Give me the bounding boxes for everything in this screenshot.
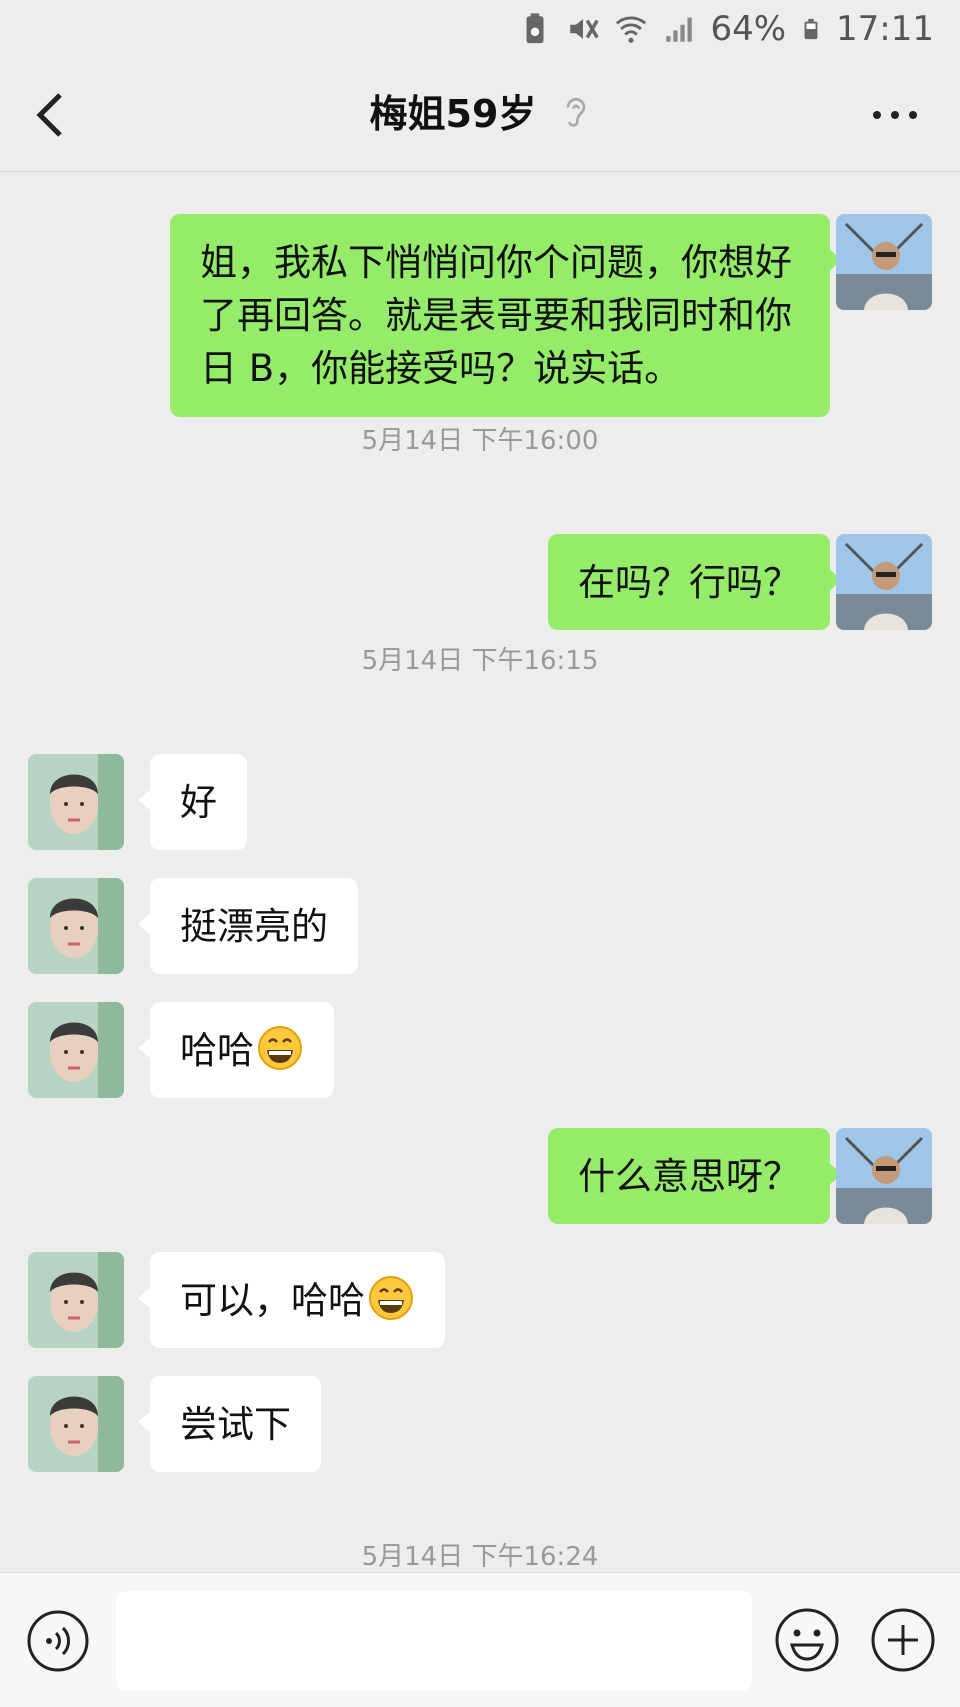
peer-avatar-image bbox=[28, 754, 124, 850]
message-row: 尝试下 bbox=[0, 1376, 960, 1472]
grin-emoji-icon bbox=[369, 1276, 413, 1320]
avatar[interactable] bbox=[28, 1002, 124, 1098]
peer-avatar-image bbox=[28, 1252, 124, 1348]
peer-avatar-image bbox=[28, 878, 124, 974]
page-title: 梅姐59岁 bbox=[369, 92, 537, 136]
signal-icon bbox=[666, 17, 693, 42]
emoji-icon[interactable] bbox=[774, 1607, 840, 1673]
message-row: 好 bbox=[0, 754, 960, 850]
status-bar: 64% 17:11 bbox=[0, 0, 960, 58]
battery-saver-icon bbox=[526, 13, 544, 44]
avatar[interactable] bbox=[836, 1128, 932, 1224]
message-input[interactable] bbox=[116, 1591, 752, 1691]
plus-icon[interactable] bbox=[870, 1607, 936, 1673]
message-text: 好 bbox=[180, 781, 217, 824]
timestamp: 5月14日 下午16:15 bbox=[361, 646, 599, 676]
message-text: 可以，哈哈 bbox=[180, 1279, 365, 1322]
more-icon[interactable] bbox=[872, 108, 918, 122]
grin-emoji-icon bbox=[258, 1026, 302, 1070]
wifi-icon bbox=[616, 16, 647, 43]
avatar[interactable] bbox=[28, 754, 124, 850]
message-row: 姐，我私下悄悄问你个问题，你想好了再回答。就是表哥要和我同时和你日 B，你能接受… bbox=[0, 214, 960, 417]
voice-icon[interactable] bbox=[26, 1609, 90, 1673]
status-time: 17:11 bbox=[836, 9, 934, 49]
mute-icon bbox=[570, 19, 600, 39]
message-text: 尝试下 bbox=[180, 1403, 291, 1446]
input-bar bbox=[0, 1572, 960, 1707]
self-avatar-image bbox=[836, 1128, 932, 1224]
message-text: 哈哈 bbox=[180, 1029, 254, 1072]
self-avatar-image bbox=[836, 534, 932, 630]
message-row: 在吗？行吗？ bbox=[0, 534, 960, 630]
earpiece-icon bbox=[567, 98, 586, 127]
message-row: 挺漂亮的 bbox=[0, 878, 960, 974]
self-avatar-image bbox=[836, 214, 932, 310]
message-text: 挺漂亮的 bbox=[180, 905, 328, 948]
message-bubble[interactable]: 好 bbox=[138, 754, 247, 850]
message-row: 可以，哈哈 bbox=[0, 1252, 960, 1348]
message-bubble[interactable]: 尝试下 bbox=[138, 1376, 321, 1472]
title-group: 梅姐59岁 bbox=[0, 88, 960, 140]
message-bubble[interactable]: 哈哈 bbox=[138, 1002, 334, 1098]
message-bubble[interactable]: 姐，我私下悄悄问你个问题，你想好了再回答。就是表哥要和我同时和你日 B，你能接受… bbox=[170, 214, 842, 417]
avatar[interactable] bbox=[28, 1252, 124, 1348]
avatar[interactable] bbox=[836, 214, 932, 310]
battery-percent: 64% bbox=[710, 9, 787, 49]
message-bubble[interactable]: 在吗？行吗？ bbox=[548, 534, 842, 630]
message-bubble[interactable]: 可以，哈哈 bbox=[138, 1252, 445, 1348]
message-row: 哈哈 bbox=[0, 1002, 960, 1098]
message-list[interactable]: 姐，我私下悄悄问你个问题，你想好了再回答。就是表哥要和我同时和你日 B，你能接受… bbox=[0, 172, 960, 1572]
avatar[interactable] bbox=[836, 534, 932, 630]
timestamp: 5月14日 下午16:00 bbox=[361, 426, 599, 456]
avatar[interactable] bbox=[28, 878, 124, 974]
message-text: 在吗？行吗？ bbox=[578, 561, 800, 604]
timestamp: 5月14日 下午16:24 bbox=[361, 1542, 599, 1572]
peer-avatar-image bbox=[28, 1376, 124, 1472]
chat-header: 梅姐59岁 bbox=[0, 58, 960, 172]
avatar[interactable] bbox=[28, 1376, 124, 1472]
message-bubble[interactable]: 挺漂亮的 bbox=[138, 878, 358, 974]
message-bubble[interactable]: 什么意思呀？ bbox=[548, 1128, 842, 1224]
message-text: 姐，我私下悄悄问你个问题，你想好了再回答。就是表哥要和我同时和你日 B，你能接受… bbox=[200, 241, 792, 390]
message-row: 什么意思呀？ bbox=[0, 1128, 960, 1224]
message-text: 什么意思呀？ bbox=[578, 1155, 800, 1198]
peer-avatar-image bbox=[28, 1002, 124, 1098]
battery-icon bbox=[804, 18, 818, 40]
